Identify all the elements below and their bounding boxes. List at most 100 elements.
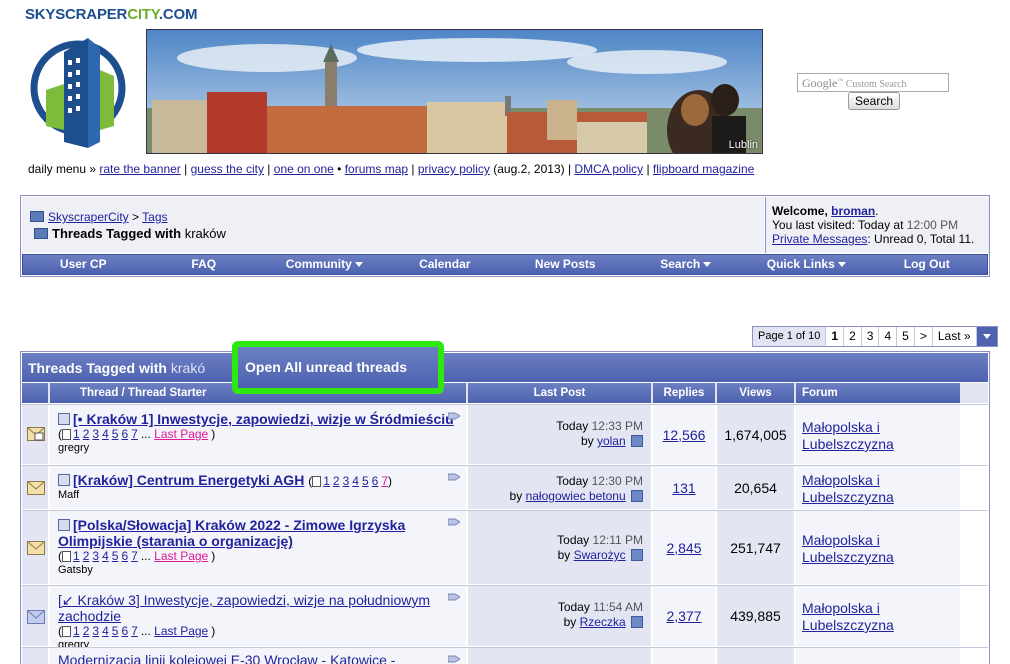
thread-last-page-link[interactable]: Last Page (154, 624, 208, 638)
thread-title-link[interactable]: [↙ Kraków 3] Inwestycje, zapowiedzi, wiz… (58, 592, 430, 624)
go-to-last-post-icon[interactable] (631, 490, 643, 502)
thread-title-link[interactable]: Modernizacja linii kolejowej E-30 Wrocła… (58, 652, 395, 664)
one-on-one-link[interactable]: one on one (274, 162, 334, 176)
tag-icon (448, 412, 460, 420)
thread-page-link[interactable]: 5 (112, 624, 119, 638)
thread-page-link[interactable]: 5 (362, 474, 369, 488)
thread-page-link[interactable]: 2 (333, 474, 340, 488)
last-page-link[interactable]: Last » (932, 327, 977, 346)
forum-link[interactable]: Małopolska i Lubelszczyzna (802, 532, 894, 565)
site-logo-icon[interactable] (28, 30, 128, 152)
replies-link[interactable]: 2,377 (666, 608, 701, 624)
go-to-last-post-icon[interactable] (631, 435, 643, 447)
thread-page-link[interactable]: 7 (131, 427, 138, 441)
replies-link[interactable]: 131 (672, 480, 695, 496)
forums-map-link[interactable]: forums map (345, 162, 408, 176)
site-logo-text[interactable]: SKYSCRAPERCITY.COM (25, 6, 197, 23)
forum-link[interactable]: Małopolska i Lubelszczyzna (802, 600, 894, 633)
thread-title-link[interactable]: [Polska/Słowacja] Kraków 2022 - Zimowe I… (58, 517, 405, 549)
thread-starter: Maff (58, 489, 80, 501)
col-views[interactable]: Views (717, 383, 794, 403)
next-page-link[interactable]: > (914, 327, 933, 346)
google-search-input[interactable]: Google™ Custom Search (797, 73, 949, 92)
page-4-link[interactable]: 4 (879, 327, 898, 346)
go-to-last-post-icon[interactable] (631, 549, 643, 561)
privacy-policy-link[interactable]: privacy policy (418, 162, 490, 176)
thread-page-link[interactable]: 3 (343, 474, 350, 488)
breadcrumb-root-link[interactable]: SkyscraperCity (48, 210, 129, 224)
nav-calendar[interactable]: Calendar (385, 255, 506, 274)
header-banner[interactable]: Lublin (146, 29, 763, 154)
thread-page-link[interactable]: 4 (102, 624, 109, 638)
page-2-link[interactable]: 2 (844, 327, 862, 346)
thread-page-link[interactable]: 5 (112, 549, 119, 563)
private-messages-link[interactable]: Private Messages (772, 232, 867, 246)
breadcrumb-tags-link[interactable]: Tags (142, 210, 167, 224)
last-poster-link[interactable]: yolan (597, 434, 626, 448)
pages-icon (62, 626, 71, 637)
replies-link[interactable]: 12,566 (663, 427, 706, 443)
nav-new-posts[interactable]: New Posts (505, 255, 626, 274)
thread-page-link[interactable]: 1 (73, 427, 80, 441)
thread-page-link[interactable]: 6 (121, 427, 128, 441)
page-1: 1 (826, 327, 845, 346)
thread-page-link[interactable]: 4 (352, 474, 359, 488)
thread-page-link[interactable]: 1 (323, 474, 330, 488)
thread-page-link[interactable]: 5 (112, 427, 119, 441)
go-to-last-post-icon[interactable] (631, 616, 643, 628)
username-link[interactable]: broman (831, 204, 875, 218)
thread-page-link[interactable]: 6 (121, 549, 128, 563)
search-button[interactable]: Search (848, 92, 900, 110)
replies-link[interactable]: 2,845 (666, 540, 701, 556)
thread-last-page-link[interactable]: Last Page (154, 549, 208, 563)
welcome-panel: Welcome, broman. You last visited: Today… (765, 197, 989, 253)
flipboard-link[interactable]: flipboard magazine (653, 162, 754, 176)
last-poster-link[interactable]: nałogowiec betonu (526, 489, 626, 503)
banner-photo (147, 30, 762, 153)
thread-last-page-link[interactable]: Last Page (154, 427, 208, 441)
thread-page-link[interactable]: 3 (92, 427, 99, 441)
nav-community[interactable]: Community (264, 255, 385, 274)
thread-page-link[interactable]: 6 (121, 624, 128, 638)
nav-user-cp[interactable]: User CP (23, 255, 144, 274)
folder-open-icon (34, 228, 48, 239)
thread-title-link[interactable]: [Kraków] Centrum Energetyki AGH (73, 472, 304, 488)
last-poster-link[interactable]: Rzeczka (580, 615, 626, 629)
views-count: 20,654 (717, 466, 794, 509)
last-poster-link[interactable]: Swarożyc (574, 548, 626, 562)
rate-banner-link[interactable]: rate the banner (99, 162, 180, 176)
forum-link[interactable]: Małopolska i Lubelszczyzna (802, 472, 894, 505)
thread-title-link[interactable]: [• Kraków 1] Inwestycje, zapowiedzi, wiz… (73, 411, 454, 427)
thread-page-link[interactable]: 1 (73, 549, 80, 563)
nav-faq[interactable]: FAQ (144, 255, 265, 274)
col-forum[interactable]: Forum (796, 383, 960, 403)
nav-quick-links[interactable]: Quick Links (746, 255, 867, 274)
forum-link[interactable]: Małopolska i Lubelszczyzna (802, 419, 894, 452)
thread-page-link[interactable]: 2 (83, 427, 90, 441)
thread-page-link[interactable]: 4 (102, 549, 109, 563)
page-jump-dropdown[interactable] (976, 327, 997, 346)
thread-page-link[interactable]: 2 (83, 549, 90, 563)
col-replies[interactable]: Replies (653, 383, 715, 403)
page-title: Threads Tagged with kraków (34, 226, 226, 241)
open-all-unread-button[interactable]: Open All unread threads (232, 341, 444, 394)
page-3-link[interactable]: 3 (861, 327, 880, 346)
thread-page-link[interactable]: 1 (73, 624, 80, 638)
thread-page-link[interactable]: 7 (381, 474, 388, 488)
pages-icon (312, 476, 322, 487)
nav-search[interactable]: Search (626, 255, 747, 274)
thread-page-link[interactable]: 7 (131, 624, 138, 638)
threads-table: Threads Tagged with krakó Thread / Threa… (20, 351, 990, 664)
nav-log-out[interactable]: Log Out (867, 255, 988, 274)
thread-page-link[interactable]: 6 (372, 474, 379, 488)
thread-page-link[interactable]: 3 (92, 624, 99, 638)
page-5-link[interactable]: 5 (897, 327, 915, 346)
dmca-policy-link[interactable]: DMCA policy (574, 162, 643, 176)
thread-page-link[interactable]: 3 (92, 549, 99, 563)
col-last-post[interactable]: Last Post (468, 383, 651, 403)
guess-city-link[interactable]: guess the city (191, 162, 264, 176)
thread-starter: Gatsby (58, 564, 93, 576)
thread-page-link[interactable]: 7 (131, 549, 138, 563)
thread-page-link[interactable]: 4 (102, 427, 109, 441)
thread-page-link[interactable]: 2 (83, 624, 90, 638)
